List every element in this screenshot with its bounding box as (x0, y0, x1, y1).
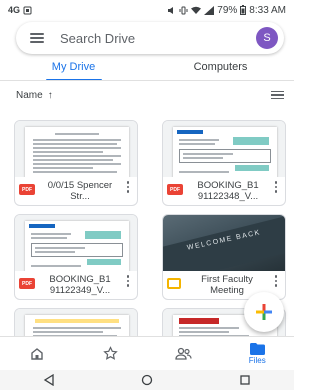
vibrate-icon (179, 6, 188, 14)
file-name: BOOKING_B1 91122349_V... (49, 274, 111, 296)
bottom-navigation: Files (0, 336, 294, 370)
arrow-up-icon[interactable]: ↑ (48, 90, 53, 101)
sort-row: Name ↑ (0, 85, 294, 105)
nav-starred[interactable] (74, 337, 148, 370)
tab-divider (0, 80, 294, 81)
folder-icon (249, 342, 265, 355)
app-notification-icon (23, 6, 32, 14)
status-right: 79% 8:33 AM (167, 5, 286, 16)
drive-tabs: My Drive Computers (0, 54, 294, 80)
pdf-icon: PDF (167, 184, 183, 195)
file-card-footer: PDF BOOKING_B1 91122349_V... (15, 271, 137, 299)
file-card-footer: PDF BOOKING_B1 91122348_V... (163, 177, 285, 205)
signal-icon (204, 5, 215, 15)
star-icon (102, 346, 118, 360)
file-name: BOOKING_B1 91122348_V... (197, 180, 259, 202)
more-options-icon[interactable] (273, 181, 279, 193)
slides-icon (167, 278, 181, 289)
battery-percent: 79% (217, 4, 238, 16)
pdf-icon: PDF (19, 184, 35, 195)
menu-icon[interactable] (30, 33, 44, 43)
status-bar: 4G 79% 8:33 AM (0, 0, 294, 20)
tab-computers[interactable]: Computers (147, 54, 294, 80)
file-card[interactable]: PDF 0/0/15 Spencer Str... (14, 120, 138, 206)
battery-icon (240, 5, 247, 15)
network-type: 4G (8, 5, 21, 15)
more-options-icon[interactable] (125, 181, 131, 193)
nav-files[interactable]: Files (221, 337, 295, 370)
avatar[interactable]: S (256, 27, 278, 49)
sort-by-name-button[interactable]: Name (16, 90, 43, 101)
search-bar[interactable]: Search Drive S (16, 22, 284, 54)
shared-icon (175, 347, 192, 360)
system-navigation-bar (0, 370, 294, 390)
wifi-icon (191, 6, 202, 14)
tab-my-drive[interactable]: My Drive (0, 54, 147, 80)
search-input[interactable]: Search Drive (60, 31, 256, 46)
more-options-icon[interactable] (125, 275, 131, 287)
file-thumbnail[interactable]: WELCOME BACK (163, 215, 285, 271)
pdf-icon: PDF (19, 278, 35, 289)
home-icon (31, 347, 43, 360)
file-card[interactable]: PDF BOOKING_B1 91122348_V... (162, 120, 286, 206)
recents-icon[interactable] (239, 374, 251, 386)
status-left: 4G (8, 5, 32, 15)
file-thumbnail[interactable] (15, 121, 137, 177)
file-name: 0/0/15 Spencer Str... (47, 180, 113, 202)
more-options-icon[interactable] (273, 275, 279, 287)
file-thumbnail[interactable] (15, 215, 137, 271)
clock: 8:33 AM (249, 4, 286, 16)
file-card[interactable]: PDF BOOKING_B1 91122349_V... (14, 214, 138, 300)
new-file-button[interactable] (244, 292, 284, 332)
file-card-footer: PDF 0/0/15 Spencer Str... (15, 177, 137, 205)
file-thumbnail[interactable] (163, 121, 285, 177)
list-view-icon[interactable] (271, 90, 284, 100)
mute-icon (168, 6, 174, 14)
nav-shared[interactable] (147, 337, 221, 370)
back-icon[interactable] (43, 374, 55, 386)
nav-home[interactable] (0, 337, 74, 370)
home-button-icon[interactable] (141, 374, 153, 386)
file-card[interactable]: WELCOME BACK First Faculty Meeting (162, 214, 286, 300)
plus-icon (256, 304, 272, 320)
nav-files-label: Files (248, 355, 266, 365)
